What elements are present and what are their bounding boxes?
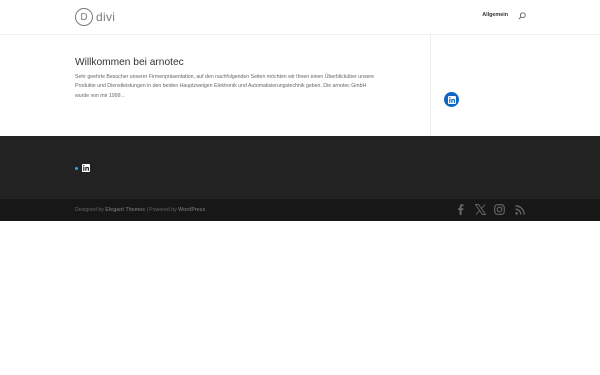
x-icon[interactable] xyxy=(475,204,486,215)
post-excerpt: Sehr geehrte Besucher unserer Firmenpräs… xyxy=(75,74,375,99)
credits-prefix: Designed by xyxy=(75,207,106,213)
list-bullet xyxy=(75,167,78,170)
linkedin-icon xyxy=(447,95,456,104)
footer-bottom-bar: Designed by Elegant Themes | Powered by … xyxy=(0,199,600,221)
site-logo[interactable]: D divi xyxy=(75,7,115,27)
logo-mark: D xyxy=(75,8,93,26)
sidebar-linkedin-button[interactable] xyxy=(444,92,459,107)
wordpress-link[interactable]: WordPress xyxy=(178,207,205,213)
instagram-icon[interactable] xyxy=(494,204,505,215)
footer-linkedin-icon[interactable] xyxy=(82,164,90,172)
nav-item-allgemein[interactable]: Allgemein xyxy=(482,12,508,18)
credits-separator: | Powered by xyxy=(145,207,179,213)
post-title[interactable]: Willkommen bei arnotec xyxy=(75,57,184,68)
elegant-themes-link[interactable]: Elegant Themes xyxy=(105,207,145,213)
site-header: D divi Allgemein xyxy=(0,0,600,34)
search-icon[interactable] xyxy=(518,12,526,20)
sidebar-divider xyxy=(430,34,431,136)
footer-credits: Designed by Elegant Themes | Powered by … xyxy=(75,207,205,213)
rss-icon[interactable] xyxy=(514,204,525,215)
footer-widgets xyxy=(0,136,600,199)
facebook-icon[interactable] xyxy=(455,204,466,215)
main-content: Willkommen bei arnotec Sehr geehrte Besu… xyxy=(0,34,600,136)
logo-text: divi xyxy=(96,10,116,24)
